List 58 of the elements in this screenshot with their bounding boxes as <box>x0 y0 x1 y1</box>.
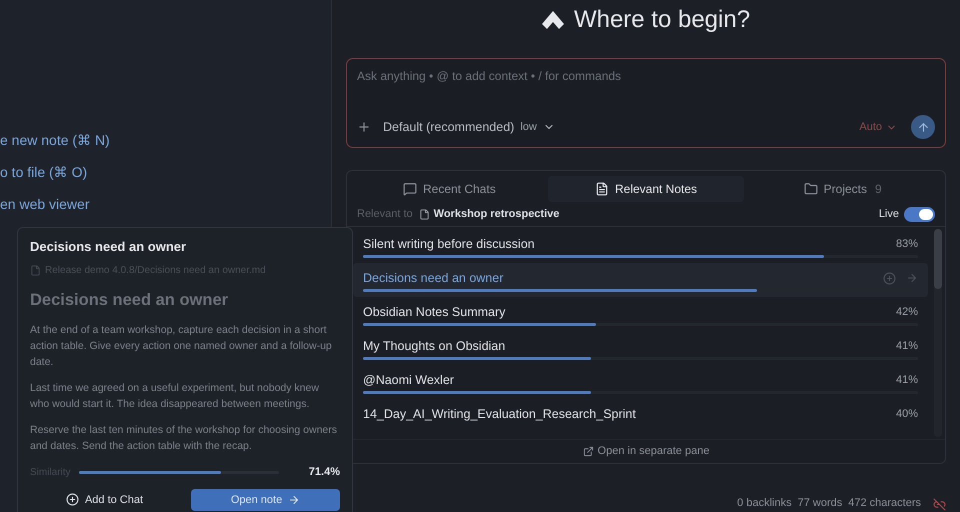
document-icon <box>418 209 430 220</box>
similarity-reading: 41% <box>896 339 918 354</box>
status-item: 0 backlinks <box>737 496 792 510</box>
add-icon <box>66 493 79 506</box>
status-item: 77 words <box>798 496 842 510</box>
model-name: Default (recommended) <box>383 118 514 136</box>
prompt-placeholder: Ask anything • @ to add context • / for commands <box>357 68 622 85</box>
command-link[interactable]: e new note (⌘ N) <box>0 130 331 150</box>
count-label: 9 <box>875 181 882 198</box>
note-paragraph: Last time we agreed on a useful experiment, but nobody knew who would start it. The idea disappeared between meetings. <box>30 381 320 412</box>
effort-label: low <box>520 120 537 135</box>
card-title: Decisions need an owner <box>30 238 188 256</box>
arrow-icon <box>288 494 300 506</box>
folder-icon <box>804 182 818 196</box>
logo-icon <box>542 11 564 29</box>
tab[interactable]: Recent Chats <box>351 176 548 202</box>
unlinked-icon[interactable] <box>933 498 946 511</box>
similarity-reading: 41% <box>896 373 918 388</box>
tab[interactable]: Relevant Notes <box>548 176 744 202</box>
similarity-reading: 42% <box>896 305 918 320</box>
note-title: Obsidian Notes Summary <box>363 304 506 321</box>
live-toggle[interactable] <box>904 207 935 222</box>
note-title: Silent writing before discussion <box>363 236 535 253</box>
similarity-reading: 71.4% <box>308 465 340 480</box>
relevant-label: Relevant to <box>357 207 413 222</box>
note-paragraph: Reserve the last ten minutes of the workshop for choosing owners and dates. Send the action table with the recap. <box>30 423 338 454</box>
open-note-button[interactable]: Open note <box>191 488 340 511</box>
chat-icon <box>402 182 417 196</box>
add-to-chat-button[interactable]: Add to Chat <box>30 488 179 511</box>
open-pane-link[interactable]: Open in separate pane <box>582 443 710 460</box>
note-row[interactable]: 14_Day_AI_Writing_Evaluation_Research_Sprint 40% <box>353 399 928 433</box>
command-link[interactable]: o to file (⌘ O) <box>0 162 331 182</box>
status-item: 472 characters <box>848 496 921 510</box>
note-heading: Decisions need an owner <box>30 290 230 310</box>
note-title: My Thoughts on Obsidian <box>363 338 506 355</box>
tab[interactable]: Projects 9 <box>744 176 942 202</box>
page-title: Where to begin? <box>574 5 750 35</box>
document-icon <box>594 182 609 196</box>
command-link[interactable]: en web viewer <box>0 194 331 214</box>
arrow-up-icon <box>916 120 930 134</box>
note-row[interactable]: Silent writing before discussion 83% <box>353 229 928 263</box>
note-title: @Naomi Wexler <box>363 372 454 389</box>
note-title: Decisions need an owner <box>363 270 504 287</box>
add-icon[interactable] <box>357 120 371 134</box>
live-label: Live <box>878 207 899 222</box>
model-selector[interactable]: Default (recommended) low <box>383 118 555 136</box>
note-row[interactable]: Obsidian Notes Summary 42% <box>353 297 928 331</box>
note-name: Workshop retrospective <box>434 207 560 222</box>
external-link-icon <box>582 446 594 457</box>
document-icon <box>30 264 41 276</box>
similarity-reading: 83% <box>896 237 918 252</box>
note-row[interactable]: My Thoughts on Obsidian 41% <box>353 331 928 365</box>
note-paragraph: At the end of a team workshop, capture each decision in a short action table. Give every action one named owner and a follow-up date. <box>30 323 333 370</box>
send-button[interactable] <box>911 115 935 139</box>
note-title: 14_Day_AI_Writing_Evaluation_Research_Sprint <box>363 406 636 423</box>
similarity-reading: 40% <box>896 407 918 422</box>
prompt-field[interactable]: Ask anything • @ to add context • / for commands Default (recommended) low Auto <box>346 58 946 148</box>
note-row[interactable]: @Naomi Wexler 41% <box>353 365 928 399</box>
